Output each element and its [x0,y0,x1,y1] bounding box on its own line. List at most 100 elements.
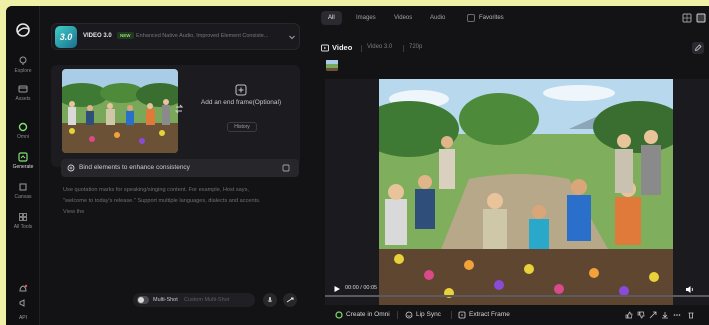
end-frame-slot[interactable]: Add an end frame(Optional) History [185,69,297,153]
bind-elements-bar[interactable]: Bind elements to enhance consistency [61,159,299,177]
extract-frame-icon [458,311,466,319]
tab-videos[interactable]: Videos [387,11,419,25]
video-icon [321,44,329,52]
rail-item-api[interactable]: API [6,315,40,321]
video-model: Video 3.0 [367,44,393,50]
chevron-down-icon [289,35,295,40]
compass-icon [19,56,27,65]
history-button[interactable]: History [227,122,257,132]
element-library-icon[interactable] [282,164,290,172]
start-frame-image[interactable] [62,69,178,153]
tab-images[interactable]: Images [349,11,383,25]
thumbnail-image [326,60,338,71]
play-icon[interactable] [333,285,341,293]
extract-frame-label: Extract Frame [469,311,510,318]
divider [451,311,452,319]
model-description: Enhanced Native Audio, Improved Element … [136,33,269,39]
prompt-placeholder-line: "welcome to today's release." Support mu… [63,198,261,204]
announcement-icon[interactable] [18,298,28,308]
send-icon [286,297,294,303]
rail-item-assets[interactable]: Assets [6,84,40,102]
player-controls: 00:00 / 00:05 [325,279,709,305]
custom-multi-shot-label: Custom Multi-Shot [184,297,230,303]
video-actions: Create in Omni Lip Sync Extract Frame [325,309,709,323]
video-player[interactable]: 00:00 / 00:05 [325,79,709,305]
generate-button[interactable] [283,293,297,307]
toggle-switch[interactable] [137,296,149,304]
create-in-omni-label: Create in Omni [346,311,390,318]
gardening-scene-video [379,79,673,305]
download-icon[interactable] [661,311,669,319]
tab-all[interactable]: All [321,11,342,25]
lip-sync-label: Lip Sync [416,311,441,318]
rail-item-all-tools[interactable]: All Tools [6,212,40,230]
model-selector[interactable]: 3.0 VIDEO 3.0 NEW Enhanced Native Audio,… [51,23,300,50]
multi-shot-label: Multi-Shot [153,297,178,303]
divider [397,311,398,319]
volume-icon[interactable] [685,285,694,294]
rail-item-generate[interactable]: Generate [6,148,40,176]
divider [403,45,404,52]
gardening-scene-thumbnail [62,69,178,153]
more-icon[interactable] [673,311,681,319]
model-badge: 3.0 [55,26,77,48]
rail-item-label: Omni [17,134,29,140]
rail-item-label: All Tools [13,224,33,230]
thumbs-up-icon[interactable] [625,311,633,319]
video-resolution: 720p [409,44,423,50]
prompt-placeholder-line: Use quotation marks for speaking/singing… [63,187,249,193]
generation-panel: 3.0 VIDEO 3.0 NEW Enhanced Native Audio,… [48,20,308,320]
bind-elements-label: Bind elements to enhance consistency [79,164,190,171]
prompt-controls: Multi-Shot Custom Multi-Shot [133,293,303,307]
omni-icon [18,122,28,132]
rail-item-label: Explore [14,68,32,74]
omni-icon [335,311,343,319]
pencil-icon [694,44,702,52]
rail-item-explore[interactable]: Explore [6,56,40,74]
reference-thumbnail[interactable] [326,59,338,71]
lip-sync-button[interactable]: Lip Sync [405,309,441,321]
create-in-omni-button[interactable]: Create in Omni [335,309,390,321]
microphone-icon [267,297,273,303]
video-title: Video [332,43,353,52]
progress-bar[interactable] [325,295,709,297]
thumbs-down-icon[interactable] [637,311,645,319]
end-frame-label: Add an end frame(Optional) [200,99,282,106]
divider [361,45,362,52]
grid-icon [19,213,27,221]
left-rail: Explore Assets Omni Generate Canvas All … [6,6,40,325]
prompt-input[interactable]: Use quotation marks for speaking/singing… [63,185,295,218]
rail-item-label: Canvas [14,194,32,200]
lip-sync-icon [405,311,413,319]
favorites-checkbox[interactable] [467,14,475,22]
share-icon[interactable] [649,311,657,319]
multi-shot-toggle[interactable]: Multi-Shot Custom Multi-Shot [133,293,255,307]
rail-item-label: Assets [15,96,31,102]
grid-view-icon[interactable] [682,13,692,23]
bind-elements-icon [67,164,75,172]
list-view-icon[interactable] [696,13,706,23]
results-area: All Images Videos Audio Favorites Video … [316,6,709,325]
new-badge: NEW [117,32,134,39]
generate-icon [18,152,28,162]
extract-frame-button[interactable]: Extract Frame [458,309,510,321]
favorites-label[interactable]: Favorites [479,11,504,25]
frames-area: Add an end frame(Optional) History [51,65,300,167]
swap-icon[interactable] [174,104,184,114]
prompt-placeholder-line: View the [63,209,85,215]
rail-item-canvas[interactable]: Canvas [6,182,40,200]
audio-button[interactable] [263,293,277,307]
edit-button[interactable] [692,42,704,54]
video-preview [379,79,673,305]
folder-icon [18,85,28,93]
notification-bell-icon[interactable] [18,284,28,294]
app-logo-icon[interactable] [15,22,31,38]
rail-item-omni[interactable]: Omni [6,122,40,140]
tab-audio[interactable]: Audio [423,11,452,25]
app-window: Explore Assets Omni Generate Canvas All … [6,6,709,325]
add-image-icon [235,84,247,96]
video-header: Video Video 3.0 720p [321,42,706,54]
delete-icon[interactable] [687,311,695,319]
model-name: VIDEO 3.0 [83,33,112,39]
rail-item-label: Generate [12,164,34,170]
